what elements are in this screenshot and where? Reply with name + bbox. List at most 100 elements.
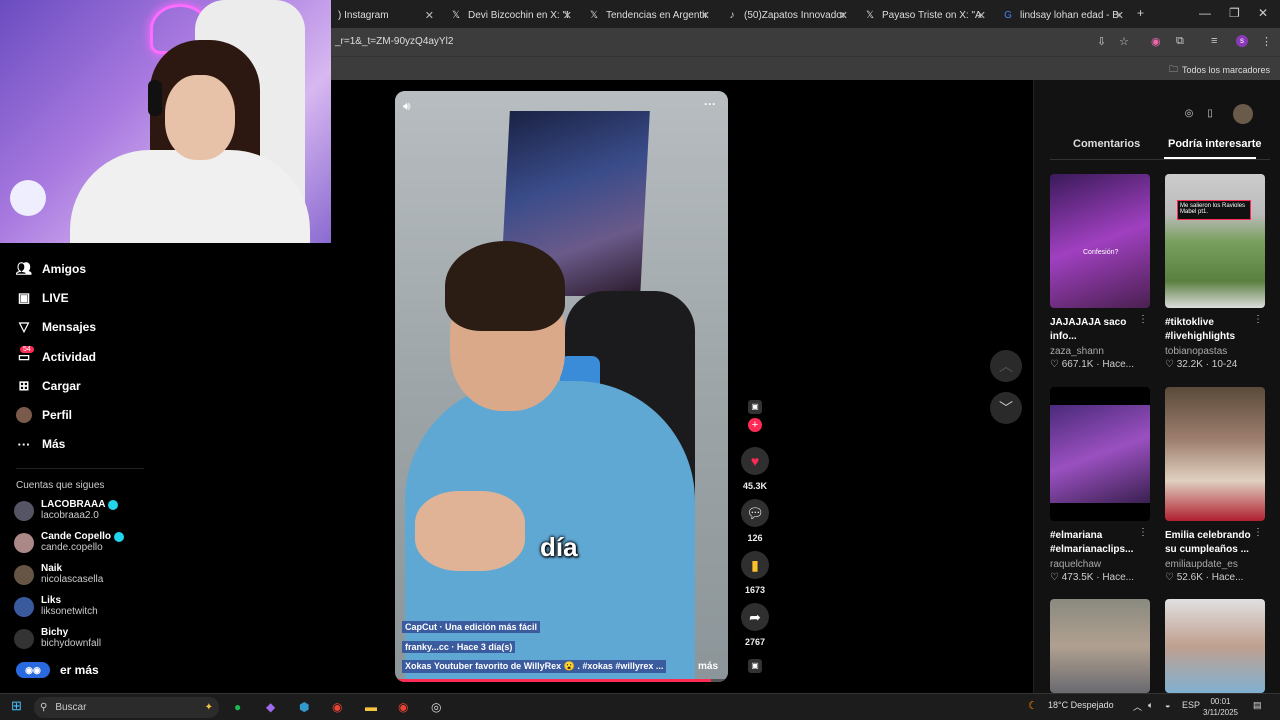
follow-plus-icon[interactable]: + [748,418,762,432]
notifications-icon[interactable]: ▤ [1253,700,1262,711]
close-icon[interactable]: ✕ [701,9,710,22]
tab-tiktok[interactable]: ♪ (50)Zapatos Innovadores ✕ [718,4,854,26]
sidebar-item-upload[interactable]: ⊞ Cargar [16,378,81,394]
extension-color-icon[interactable]: ◉ [1151,35,1161,48]
tab-google[interactable]: G lindsay lohan edad - Busc ✕ [994,4,1130,26]
volume-icon[interactable]: 🔊︎ [403,99,411,114]
close-icon[interactable]: ✕ [1115,9,1124,22]
close-icon[interactable]: ✕ [977,9,986,22]
close-window-icon[interactable]: ✕ [1258,6,1268,20]
right-panel: ◎ ▯ Comentarios Podría interesarte Confe… [1033,80,1280,693]
music-disc-icon: ▣ [748,659,762,673]
bookmark-icon: ▮ [741,551,769,579]
tab-title: lindsay lohan edad - Busc [1020,9,1120,21]
capcut-label[interactable]: CapCut · Una edición más fácil [402,621,541,633]
like-button[interactable]: ♥ 45.3K [740,447,770,491]
share-icon: ➦ [741,603,769,631]
menu-kebab-icon[interactable]: ⋮ [1261,35,1272,48]
card-more-icon[interactable]: ⋮ [1138,527,1148,538]
video-progress[interactable] [395,679,728,682]
close-icon[interactable]: ✕ [425,9,434,22]
sound-disc[interactable]: ▣ [740,659,770,673]
video-author[interactable]: franky...cc · Hace 3 día(s) [402,641,516,653]
app-icon[interactable]: ⬢ [299,700,309,714]
share-button[interactable]: ➦ 2767 [740,603,770,647]
install-icon[interactable]: ⇩ [1097,35,1106,48]
tab-x-tendencias[interactable]: 𝕏 Tendencias en Argentina ✕ [580,4,716,26]
sidebar-item-profile[interactable]: Perfil [16,407,72,423]
more-link[interactable]: más [698,661,718,672]
volume-icon[interactable]: 🔈︎ [1148,700,1153,711]
avatar [14,629,34,649]
language-indicator[interactable]: ESP [1182,700,1200,710]
user-avatar[interactable] [1233,104,1253,124]
chrome-icon[interactable]: ◉ [398,700,408,714]
following-account[interactable]: Cande Copello cande.copello [14,531,125,553]
chrome-icon[interactable]: ◉ [332,700,342,714]
following-account[interactable]: Liks liksonetwitch [14,595,98,617]
tab-comments[interactable]: Comentarios [1073,138,1140,150]
tab-instagram[interactable]: ) Instagram ✕ [330,4,440,26]
bookmark-star-icon[interactable]: ☆ [1119,35,1129,48]
save-button[interactable]: ▮ 1673 [740,551,770,595]
following-account[interactable]: Bichy bichydownfall [14,627,101,649]
following-account[interactable]: LACOBRAAA lacobraaa2.0 [14,499,119,521]
avatar [14,533,34,553]
profile-avatar-icon[interactable]: s [1236,35,1248,47]
more-options-icon[interactable]: ··· [704,97,716,111]
card-more-icon[interactable]: ⋮ [1253,527,1263,538]
related-video-card[interactable] [1165,599,1265,693]
restore-icon[interactable]: ❐ [1229,6,1240,20]
network-icon[interactable]: ◒ [1165,700,1170,710]
video-player[interactable]: día 🔊︎ ··· CapCut · Una edición más fáci… [395,91,728,682]
sidebar-item-friends[interactable]: 👥︎ Amigos [16,261,86,277]
close-icon[interactable]: ✕ [839,9,848,22]
next-video-button[interactable]: ﹀ [990,392,1022,424]
new-tab-icon[interactable]: + [1137,6,1144,20]
folder-icon: 🗀 [1168,64,1178,74]
heart-icon: ♥ [741,447,769,475]
person-hair [445,241,565,331]
extensions-icon[interactable]: ⧉ [1176,35,1184,48]
related-video-card[interactable]: Me salieron los Ravioles Mabel pt1. ⋮ #t… [1165,174,1265,370]
following-account[interactable]: Naik nicolascasella [14,563,103,585]
sidebar-item-label: Mensajes [42,320,97,334]
sidebar-item-more[interactable]: ··· Más [16,436,66,452]
tray-chevron-icon[interactable]: ︿ [1133,700,1142,713]
previous-video-button[interactable]: ︿ [990,350,1022,382]
tab-x-devi[interactable]: 𝕏 Devi Bizcochin en X: "Esto ✕ [442,4,578,26]
related-video-card[interactable]: ⋮ Emilia celebrando su cumpleaños ... em… [1165,387,1265,583]
weather-text[interactable]: 18°C Despejado [1048,700,1114,710]
windows-start-icon[interactable]: ⊞ [11,698,22,714]
sidebar-item-label: Perfil [42,408,73,422]
clock[interactable]: 00:01 3/11/2025 [1203,696,1238,718]
tab-related[interactable]: Podría interesarte [1168,138,1262,150]
related-video-card[interactable]: Confesión? ⋮ JAJAJAJA saco info... zaza_… [1050,174,1150,370]
related-video-card[interactable] [1050,599,1150,693]
tab-title: Devi Bizcochin en X: "Esto [468,9,568,21]
card-more-icon[interactable]: ⋮ [1138,314,1148,325]
tab-title: ) Instagram [338,9,389,21]
file-explorer-icon[interactable]: ▬ [365,700,377,714]
creator-avatar[interactable]: ▣ + [740,400,770,432]
card-more-icon[interactable]: ⋮ [1253,314,1263,325]
video-caption: día [540,532,578,562]
url-text[interactable]: _r=1&_t=ZM-90yzQ4ayYl2 [335,36,453,47]
compass-icon[interactable]: ◎ [1180,104,1198,122]
app-icon[interactable]: ◆ [266,700,275,714]
tab-x-payaso[interactable]: 𝕏 Payaso Triste on X: "Algu ✕ [856,4,992,26]
see-more-link[interactable]: ◉◉ er más [16,662,99,678]
obs-icon[interactable]: ◎ [431,700,441,714]
minimize-icon[interactable]: — [1199,6,1211,20]
sidebar-item-live[interactable]: ▣ LIVE [16,290,69,306]
comment-button[interactable]: 💬︎ 126 [740,499,770,543]
close-icon[interactable]: ✕ [563,9,572,22]
spotify-icon[interactable]: ● [234,700,241,714]
related-video-card[interactable]: ⋮ #elmariana #elmarianaclips... raquelch… [1050,387,1150,583]
taskbar-search[interactable]: ⚲ Buscar ✦ [34,697,219,718]
all-bookmarks[interactable]: 🗀 Todos los marcadores [1169,62,1270,78]
video-thumbnail: Confesión? [1050,174,1150,308]
media-queue-icon[interactable]: ≡ [1211,35,1217,47]
phone-icon[interactable]: ▯ [1201,104,1219,122]
sidebar-item-messages[interactable]: ▽ Mensajes [16,319,96,335]
